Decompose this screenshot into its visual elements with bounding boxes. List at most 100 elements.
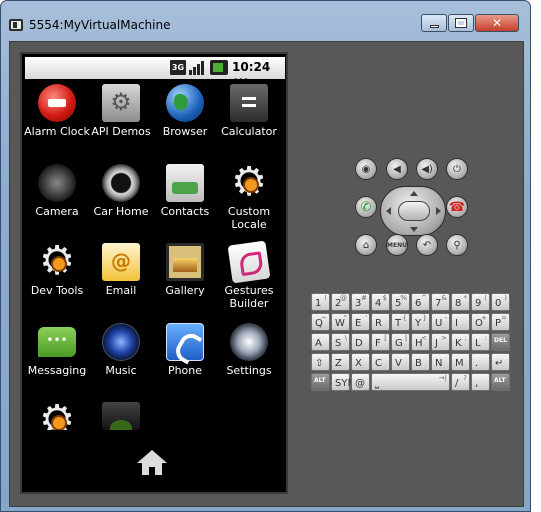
dpad-down-arrow[interactable] [410, 227, 418, 232]
search-button[interactable]: ⚲ [446, 234, 468, 256]
maximize-button[interactable] [448, 14, 474, 32]
key-o[interactable]: O + [471, 313, 490, 331]
key-s[interactable]: S \ [331, 333, 350, 351]
key-z[interactable]: Z [331, 353, 350, 371]
key-7[interactable]: 7 & [431, 293, 450, 311]
app-car-home[interactable]: Car Home [88, 164, 154, 218]
app-settings[interactable]: Settings [216, 323, 282, 377]
key-6[interactable]: 6 ^ [411, 293, 430, 311]
key-@[interactable]: @ [351, 373, 370, 391]
back-button[interactable]: ↶ [416, 234, 438, 256]
app-gallery[interactable]: Gallery [152, 243, 218, 297]
camera-hw-button[interactable]: ◉ [355, 158, 377, 180]
app-partial-2[interactable] [88, 402, 154, 430]
menu-button[interactable]: MENU [386, 234, 408, 256]
key-1[interactable]: 1! [311, 293, 330, 311]
key-alt-label: [ [384, 334, 387, 342]
dpad[interactable] [380, 186, 446, 236]
key-n[interactable]: N [431, 353, 450, 371]
key-k[interactable]: K; [451, 333, 470, 351]
key-q[interactable]: Q ~ [311, 313, 330, 331]
home-icon[interactable] [137, 450, 167, 476]
key-y[interactable]: Y} [411, 313, 430, 331]
key-alt-label: { [402, 314, 407, 322]
key-label: K [455, 338, 462, 349]
app-dev-tools[interactable]: Dev Tools [24, 239, 90, 297]
key-0[interactable]: 0) [491, 293, 510, 311]
key-label: J [435, 338, 438, 349]
key-.[interactable]: . [471, 353, 490, 371]
app-gestures-builder[interactable]: Gestures Builder [216, 240, 282, 310]
key-j[interactable]: J > [431, 333, 450, 351]
home-hw-button[interactable]: ⌂ [355, 234, 377, 256]
key-4[interactable]: 4 $ [371, 293, 390, 311]
app-camera[interactable]: Camera [24, 164, 90, 218]
key-b[interactable]: B [411, 353, 430, 371]
key-r[interactable]: R [371, 313, 390, 331]
close-icon: ✕ [491, 16, 503, 30]
app-custom-locale[interactable]: Custom Locale [216, 160, 282, 231]
key-x[interactable]: X [351, 353, 370, 371]
app-calculator[interactable]: Calculator [216, 84, 282, 138]
key-3[interactable]: 3 # [351, 293, 370, 311]
key-sym[interactable]: SYM [331, 373, 356, 391]
app-label: Dev Tools [30, 284, 84, 297]
close-button[interactable]: ✕ [475, 14, 519, 32]
app-phone[interactable]: Phone [152, 323, 218, 377]
dpad-up-arrow[interactable] [410, 191, 418, 196]
back-icon: ↶ [422, 239, 432, 251]
key-m[interactable]: M [451, 353, 470, 371]
key-c[interactable]: C [371, 353, 390, 371]
app-email[interactable]: Email [88, 243, 154, 297]
key-⇧[interactable]: ⇧ [311, 353, 330, 371]
key-9[interactable]: 9( [471, 293, 490, 311]
key-alt-label: $ [382, 294, 387, 302]
app-contacts[interactable]: Contacts [152, 164, 218, 218]
status-bar[interactable]: 3G 10:24 AM [25, 57, 285, 88]
volume-down-button[interactable]: ◀ [386, 158, 408, 180]
custom-locale-icon [230, 160, 268, 204]
volume-up-button[interactable]: ◀) [416, 158, 438, 180]
title-bar[interactable]: 5554:MyVirtualMachine ✕ [1, 1, 530, 33]
app-alarm-clock[interactable]: Alarm Clock [24, 84, 90, 138]
key-h[interactable]: H < [411, 333, 430, 351]
app-browser[interactable]: Browser [152, 84, 218, 138]
key-u[interactable]: U- [431, 313, 450, 331]
app-api-demos[interactable]: API Demos [88, 84, 154, 138]
app-label: Browser [162, 125, 208, 138]
minimize-button[interactable] [421, 14, 447, 32]
call-button[interactable]: ✆ [355, 196, 377, 218]
key-del[interactable]: DEL [491, 333, 510, 351]
key-w[interactable]: W " [331, 313, 350, 331]
key-space[interactable]: ⎵ →| [371, 373, 450, 391]
key-8[interactable]: 8 * [451, 293, 470, 311]
key-d[interactable]: D [351, 333, 370, 351]
key-f[interactable]: F[ [371, 333, 390, 351]
app-music[interactable]: Music [88, 323, 154, 377]
key-,[interactable]: , [471, 373, 490, 391]
key-g[interactable]: G] [391, 333, 410, 351]
key-↵[interactable]: ↵ [491, 353, 510, 371]
app-messaging[interactable]: Messaging [24, 323, 90, 377]
key-alt-label: ^ [421, 294, 427, 302]
dpad-left-arrow[interactable] [386, 207, 391, 215]
end-call-button[interactable]: ☎ [446, 196, 468, 218]
dpad-right-arrow[interactable] [436, 207, 441, 215]
dpad-center-button[interactable] [398, 201, 430, 221]
key-e[interactable]: E ' [351, 313, 370, 331]
key-l[interactable]: L: [471, 333, 490, 351]
key-p[interactable]: P = [491, 313, 510, 331]
key-a[interactable]: A [311, 333, 330, 351]
key-v[interactable]: V [391, 353, 410, 371]
power-icon: ⏻ [453, 163, 461, 175]
key-i[interactable]: I [451, 313, 470, 331]
key-alt[interactable]: ALT [491, 373, 510, 391]
key-alt[interactable]: ALT [311, 373, 330, 391]
key-/[interactable]: /? [451, 373, 470, 391]
key-5[interactable]: 5% [391, 293, 410, 311]
device-screen[interactable]: 3G 10:24 AM Alarm Clock API Demos [20, 52, 288, 494]
key-2[interactable]: 2 @ [331, 293, 350, 311]
key-t[interactable]: T{ [391, 313, 410, 331]
app-partial-1[interactable] [24, 402, 90, 430]
power-button[interactable]: ⏻ [446, 158, 468, 180]
